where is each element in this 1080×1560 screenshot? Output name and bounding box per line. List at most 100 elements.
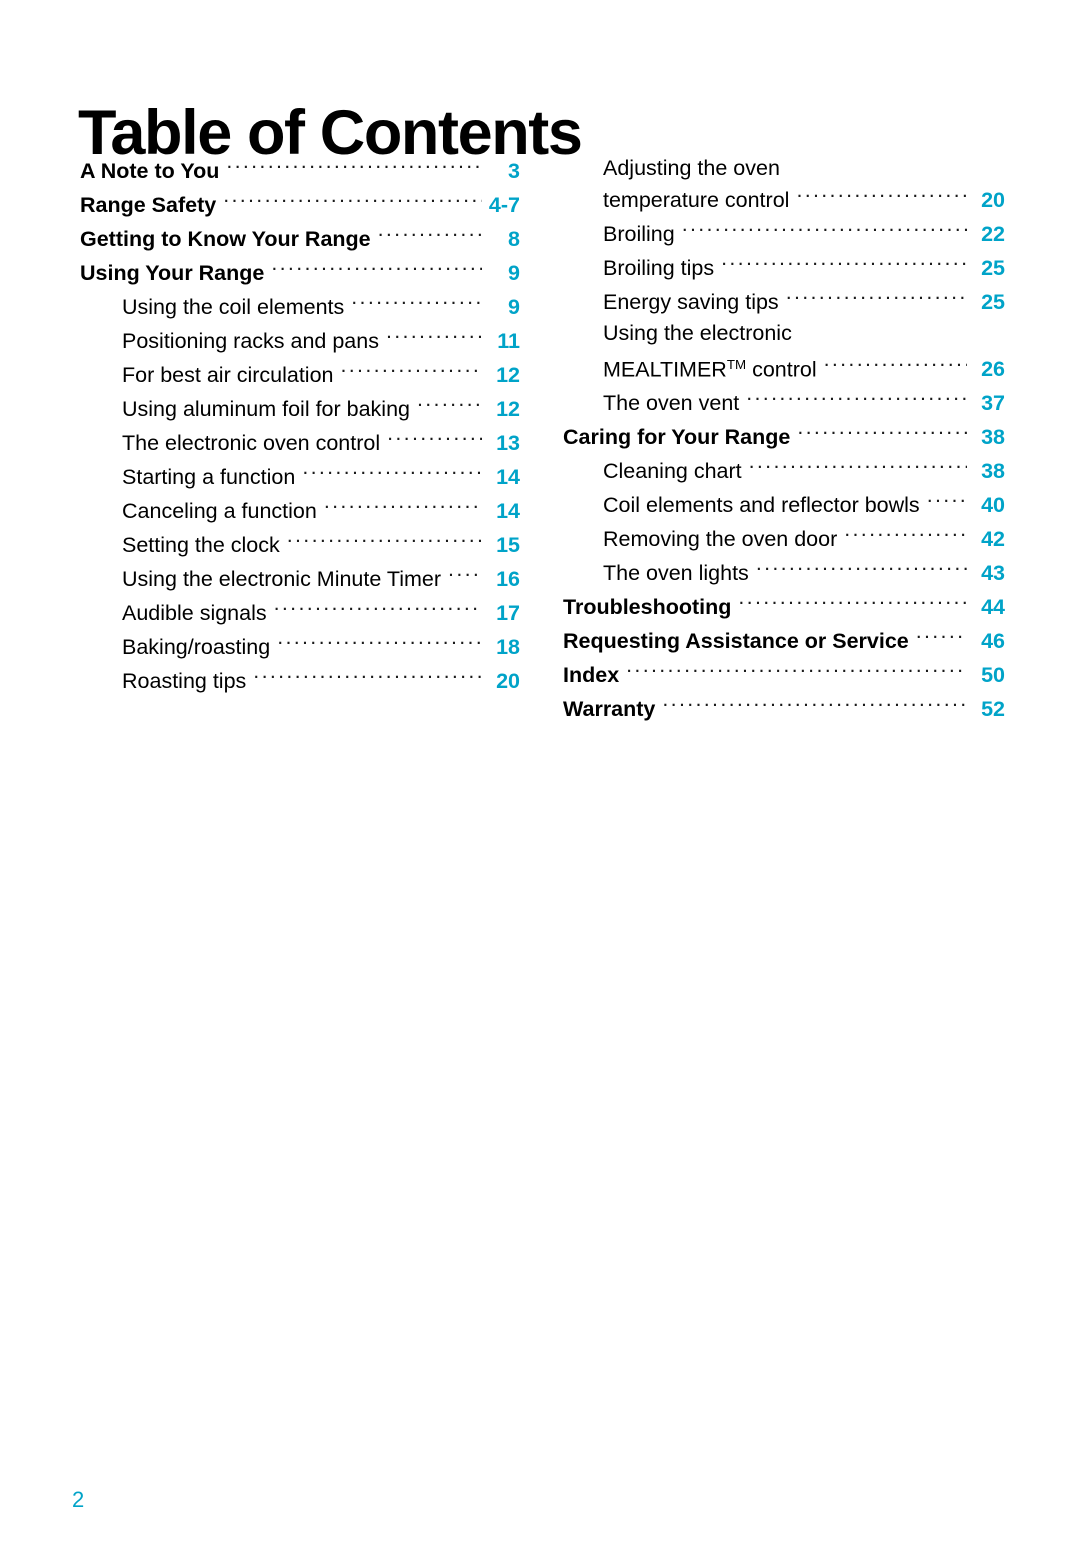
toc-entry[interactable]: Caring for Your Range 38 bbox=[563, 420, 1005, 454]
toc-entry-page-number: 12 bbox=[496, 363, 520, 387]
toc-entry[interactable]: The electronic oven control 13 bbox=[80, 426, 520, 460]
toc-entry-label: Positioning racks and pans bbox=[122, 329, 379, 353]
toc-entry-label: Energy saving tips bbox=[603, 290, 779, 314]
toc-column-right: Adjusting the oven temperature control 20 B… bbox=[540, 154, 1080, 726]
toc-entry-page-number: 38 bbox=[981, 425, 1005, 450]
toc-entry-page-number: 14 bbox=[496, 499, 520, 523]
page-number-folio: 2 bbox=[72, 1487, 85, 1512]
leader-dots bbox=[738, 593, 967, 615]
toc-entry-line2: temperature control 20 bbox=[603, 183, 1005, 217]
toc-entry-page-number: 15 bbox=[496, 533, 520, 557]
toc-entry[interactable]: Energy saving tips 25 bbox=[563, 285, 1005, 319]
toc-entry[interactable]: Getting to Know Your Range 8 bbox=[80, 222, 520, 256]
leader-dots bbox=[916, 627, 967, 649]
leader-dots bbox=[253, 667, 482, 689]
leader-dots bbox=[378, 225, 482, 247]
toc-entry[interactable]: The oven vent 37 bbox=[563, 386, 1005, 420]
toc-entry-page-number: 4-7 bbox=[488, 193, 520, 217]
toc-entry-page-number: 14 bbox=[496, 465, 520, 489]
document-page: Table of Contents A Note to You3Range Sa… bbox=[0, 0, 1080, 1560]
toc-entry[interactable]: For best air circulation 12 bbox=[80, 358, 520, 392]
toc-entry[interactable]: Requesting Assistance or Service 46 bbox=[563, 624, 1005, 658]
toc-entry[interactable]: Broiling tips 25 bbox=[563, 251, 1005, 285]
toc-entry[interactable]: Using aluminum foil for baking 12 bbox=[80, 392, 520, 426]
leader-dots bbox=[277, 633, 482, 655]
toc-entry-page-number: 18 bbox=[496, 635, 520, 659]
toc-entry[interactable]: Using the electronic Minute Timer 16 bbox=[80, 562, 520, 596]
leader-dots bbox=[386, 327, 482, 349]
toc-entry-page-number: 20 bbox=[496, 669, 520, 693]
toc-entry[interactable]: Using Your Range 9 bbox=[80, 256, 520, 290]
toc-entry-label: The oven vent bbox=[603, 391, 740, 416]
leader-dots bbox=[786, 288, 967, 310]
toc-entry[interactable]: The oven lights 43 bbox=[563, 556, 1005, 590]
toc-entry[interactable]: Cleaning chart 38 bbox=[563, 454, 1005, 488]
leader-dots bbox=[271, 259, 482, 281]
table-of-contents: A Note to You 3 Range Safety 4-7 Getting to … bbox=[0, 154, 1080, 726]
toc-entry-page-number: 50 bbox=[981, 663, 1005, 688]
leader-dots bbox=[796, 186, 967, 208]
toc-entry-label: Using aluminum foil for baking bbox=[122, 397, 410, 421]
toc-entry-page-number: 13 bbox=[496, 431, 520, 455]
toc-entry-page-number: 25 bbox=[981, 290, 1005, 314]
toc-entry-label: Coil elements and reflector bowls bbox=[603, 493, 920, 518]
toc-entry-label: Setting the clock bbox=[122, 533, 280, 557]
toc-entry[interactable]: Troubleshooting 44 bbox=[563, 590, 1005, 624]
leader-dots bbox=[682, 220, 967, 242]
toc-entry[interactable]: Coil elements and reflector bowls 40 bbox=[563, 488, 1005, 522]
toc-entry[interactable]: Warranty 52 bbox=[563, 692, 1005, 726]
toc-entry-page-number: 52 bbox=[981, 697, 1005, 722]
toc-entry-label: Removing the oven door bbox=[603, 527, 838, 552]
toc-entry-page-number: 22 bbox=[981, 222, 1005, 246]
leader-dots bbox=[274, 599, 482, 621]
leader-dots bbox=[341, 361, 483, 383]
toc-entry[interactable]: Using the electronic MEALTIMERTM control 2… bbox=[563, 319, 1005, 386]
toc-entry-page-number: 46 bbox=[981, 629, 1005, 654]
leader-dots bbox=[824, 355, 967, 377]
toc-entry-page-number: 16 bbox=[496, 567, 520, 591]
toc-entry[interactable]: Baking/roasting 18 bbox=[80, 630, 520, 664]
toc-entry-label: MEALTIMERTM control bbox=[603, 357, 817, 382]
leader-dots bbox=[721, 254, 967, 276]
toc-entry[interactable]: Adjusting the oven temperature control 20 bbox=[563, 154, 1005, 217]
toc-entry[interactable]: A Note to You 3 bbox=[80, 154, 520, 188]
toc-entry[interactable]: Starting a function 14 bbox=[80, 460, 520, 494]
toc-column-left: A Note to You 3 Range Safety 4-7 Getting to … bbox=[0, 154, 540, 698]
toc-entry-line2: MEALTIMERTM control 26 bbox=[603, 348, 1005, 386]
toc-entry-page-number: 20 bbox=[981, 188, 1005, 212]
toc-entry-label: Starting a function bbox=[122, 465, 296, 489]
toc-entry-label: Troubleshooting bbox=[563, 595, 732, 620]
toc-entry-label-line1: Using the electronic bbox=[603, 321, 792, 345]
toc-entry[interactable]: Range Safety 4-7 bbox=[80, 188, 520, 222]
toc-entry-label: A Note to You bbox=[80, 159, 220, 183]
toc-entry-label: The oven lights bbox=[603, 561, 749, 586]
toc-entry-label: Range Safety bbox=[80, 193, 217, 217]
trademark-mark: TM bbox=[726, 357, 747, 372]
toc-entry-page-number: 3 bbox=[508, 159, 520, 183]
toc-entry[interactable]: Positioning racks and pans 11 bbox=[80, 324, 520, 358]
toc-entry-label: Index bbox=[563, 663, 620, 688]
toc-entry[interactable]: Removing the oven door 42 bbox=[563, 522, 1005, 556]
toc-entry-page-number: 12 bbox=[496, 397, 520, 421]
toc-entry[interactable]: Audible signals 17 bbox=[80, 596, 520, 630]
leader-dots bbox=[927, 491, 967, 513]
leader-dots bbox=[662, 695, 967, 717]
toc-entry[interactable]: Setting the clock 15 bbox=[80, 528, 520, 562]
leader-dots bbox=[324, 497, 482, 519]
leader-dots bbox=[448, 565, 482, 587]
toc-entry-page-number: 37 bbox=[981, 391, 1005, 416]
toc-entry-page-number: 42 bbox=[981, 527, 1005, 552]
toc-entry[interactable]: Broiling 22 bbox=[563, 217, 1005, 251]
toc-entry-page-number: 11 bbox=[497, 329, 520, 353]
toc-entry[interactable]: Canceling a function 14 bbox=[80, 494, 520, 528]
toc-entry-page-number: 9 bbox=[508, 295, 520, 319]
toc-entry-label: Broiling tips bbox=[603, 256, 715, 280]
toc-entry-page-number: 25 bbox=[981, 256, 1005, 280]
toc-entry[interactable]: Index 50 bbox=[563, 658, 1005, 692]
leader-dots bbox=[844, 525, 967, 547]
toc-entry-page-number: 9 bbox=[508, 261, 520, 285]
toc-entry[interactable]: Roasting tips 20 bbox=[80, 664, 520, 698]
toc-entry-label: Getting to Know Your Range bbox=[80, 227, 371, 251]
toc-entry[interactable]: Using the coil elements 9 bbox=[80, 290, 520, 324]
toc-entry-page-number: 43 bbox=[981, 561, 1005, 586]
